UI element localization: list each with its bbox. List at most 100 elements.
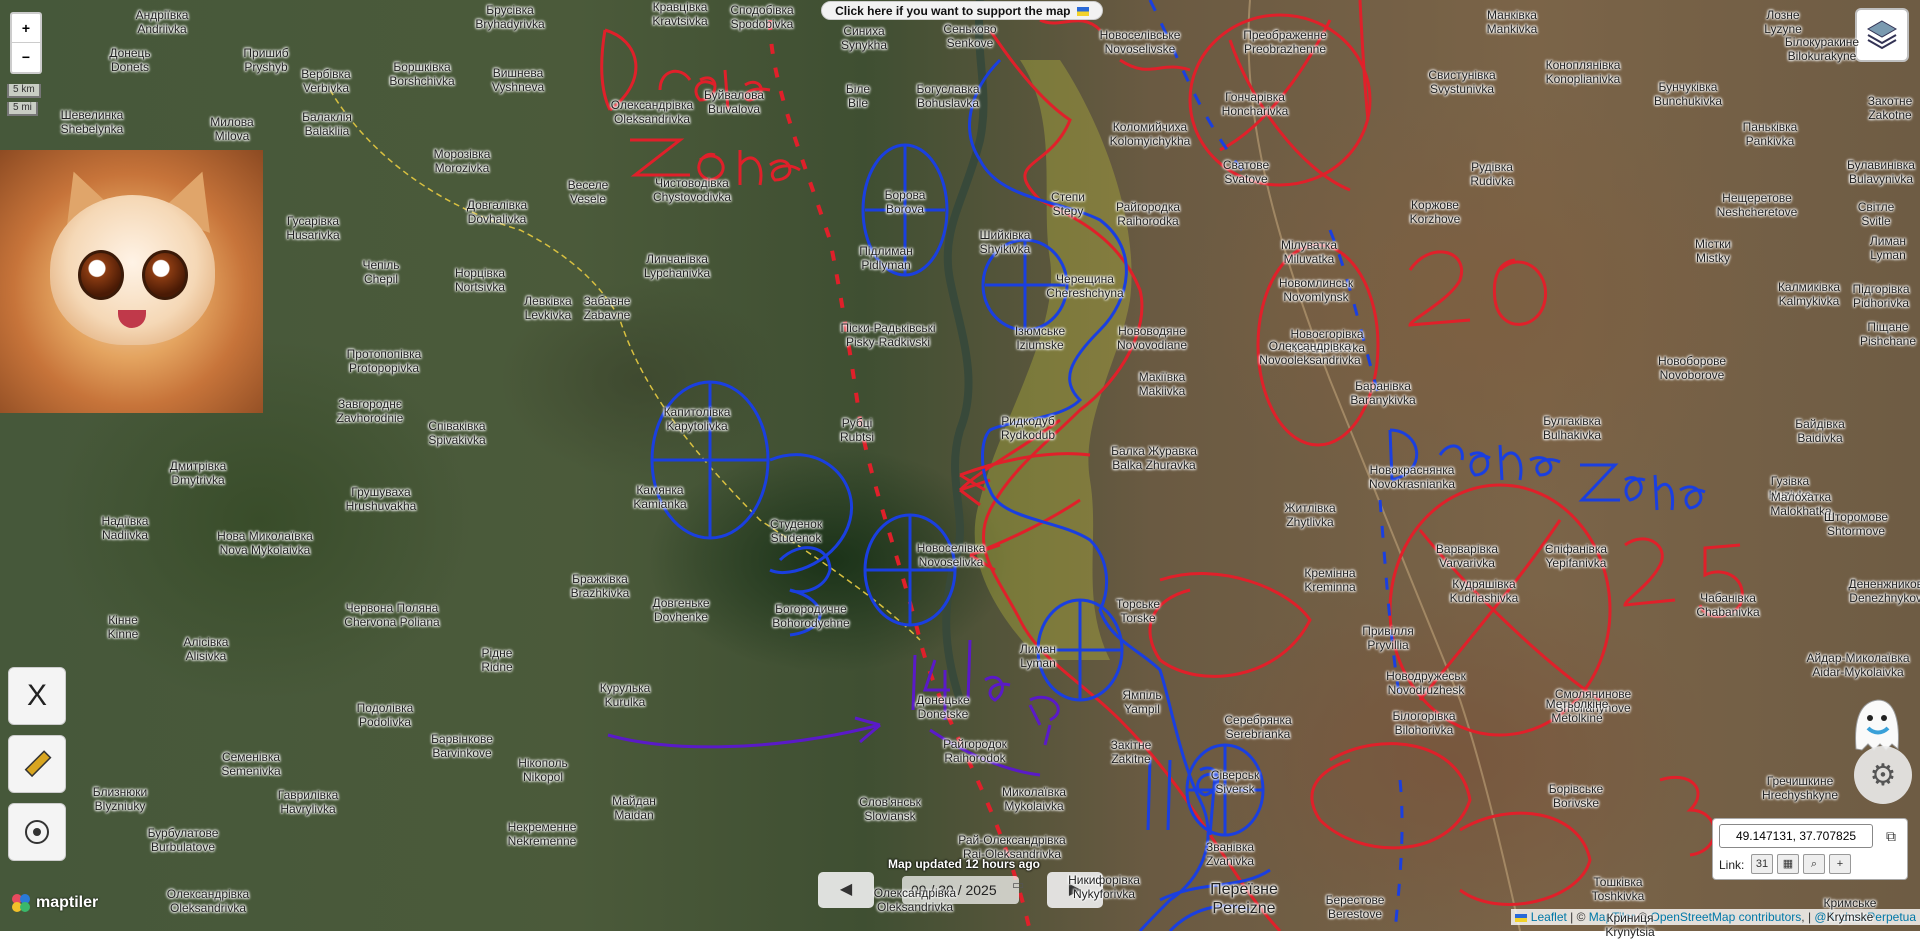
place-label-en: Lyzyne <box>1764 22 1802 36</box>
settings-button[interactable]: ⚙ <box>1854 746 1912 804</box>
place-label-en: Shyikivka <box>980 242 1031 256</box>
place-label-en: Novokrasnianka <box>1369 477 1455 491</box>
place-label: РубціRubtsi <box>840 416 874 444</box>
layers-button[interactable] <box>1855 8 1909 62</box>
place-label-uk: Бурбулатове <box>148 826 219 840</box>
place-label-uk: Балаклія <box>302 110 352 124</box>
place-label-uk: Чепіль <box>362 258 399 272</box>
place-label-uk: Преображенне <box>1243 28 1327 42</box>
maptiler-logo[interactable]: maptiler <box>10 890 98 916</box>
place-label: ОлександрівкаOleksandrivka <box>874 886 956 914</box>
place-label: ДовгенькеDovhenke <box>652 596 709 624</box>
x-button[interactable]: X <box>8 667 66 725</box>
support-banner[interactable]: Click here if you want to support the ma… <box>821 1 1103 20</box>
place-label-en: Hrushuvakha <box>346 499 417 513</box>
place-label-uk: Капитолівка <box>664 405 731 419</box>
place-label-uk: Барвінкове <box>431 732 493 746</box>
place-label: ЗванівкаZvanivka <box>1206 840 1254 868</box>
place-label-en: Studenok <box>770 531 822 545</box>
place-label: ОлександрівкаOleksandrivka <box>167 887 249 915</box>
place-label-en: Zvanivka <box>1206 854 1254 868</box>
place-label: ЧепільChepil <box>362 258 399 286</box>
place-label-uk: Булгаківка <box>1543 414 1601 428</box>
red-20 <box>1410 252 1546 325</box>
place-label-en: Malokhatka <box>1770 504 1831 518</box>
place-label-uk: Калмиківка <box>1778 280 1840 294</box>
place-label-uk: Рай-Олександрівка <box>958 833 1065 847</box>
place-label-en: Vesele <box>568 192 609 206</box>
place-label-en: Novoselivka <box>917 555 986 569</box>
zoom-in-button[interactable]: + <box>12 14 40 43</box>
leaflet-link[interactable]: Leaflet <box>1531 910 1567 924</box>
place-label: МиколаївкаMykolaivka <box>1002 785 1066 813</box>
osm-link[interactable]: OpenStreetMap contributors <box>1651 910 1802 924</box>
place-label-en: Neshcheretove <box>1717 205 1798 219</box>
place-label-uk: Кримське <box>1824 896 1877 910</box>
place-label: НовоселівськеNovoselivske <box>1100 28 1181 56</box>
place-label-en: Krymske <box>1824 910 1877 924</box>
place-label: ДонецьDonets <box>109 46 150 74</box>
place-label-uk: Новоборове <box>1658 354 1726 368</box>
place-label-uk: Сватове <box>1223 158 1269 172</box>
place-label-uk: Свистунівка <box>1428 68 1495 82</box>
place-label: ЗакотнеZakotne <box>1868 94 1913 122</box>
place-label-en: Sloviansk <box>859 809 921 823</box>
place-label-en: Miluvatka <box>1281 252 1337 266</box>
place-label-en: Pidhorivka <box>1853 296 1910 310</box>
place-label-uk: Кінне <box>108 613 139 627</box>
ruler-button[interactable] <box>8 735 66 793</box>
place-label-uk: Чистоводівка <box>653 176 731 190</box>
place-label: БулавинівкаBulavynivka <box>1847 158 1915 186</box>
place-label-uk: Миколаївка <box>1002 785 1066 799</box>
place-label: СпіваківкаSpivakivka <box>428 419 485 447</box>
place-label: СподобівкаSpodobivka <box>730 3 793 31</box>
zoom-control: + − <box>10 12 42 74</box>
place-label-uk: Синиха <box>841 24 887 38</box>
place-label-en: Bile <box>846 96 870 110</box>
place-label-en: Kurulka <box>600 695 651 709</box>
place-label-uk: Сіверськ <box>1211 768 1259 782</box>
place-label-en: Balakliia <box>302 124 352 138</box>
place-label-uk: Липчанівка <box>644 252 710 266</box>
place-label-uk: Гончарівка <box>1222 90 1289 104</box>
place-label-en: Iziumske <box>1015 338 1065 352</box>
place-label-en: Pisky-Radkivski <box>840 335 935 349</box>
place-label-en: Metolkine <box>1546 711 1609 725</box>
place-label-en: Burbulatove <box>148 840 219 854</box>
coordinate-input[interactable]: 49.147131, 37.707825 <box>1719 824 1873 848</box>
place-label: СинихаSynykha <box>841 24 887 52</box>
place-label: ШевелинкаShebelynka <box>61 108 124 136</box>
place-label-uk: Піски-Радьківські <box>840 321 935 335</box>
copy-icon[interactable]: ⧉ <box>1881 826 1901 846</box>
place-label-en: Havrylivka <box>278 802 338 816</box>
crosshair-link-icon[interactable]: + <box>1829 854 1851 874</box>
scale-km: 5 km <box>7 84 41 98</box>
place-label-en: Rai-Oleksandrivka <box>958 847 1065 861</box>
place-label-en: Mankivka <box>1487 22 1538 36</box>
place-label-uk: Вишнева <box>492 66 544 80</box>
place-label-en: Podolivka <box>357 715 414 729</box>
zoom-out-button[interactable]: − <box>12 43 40 72</box>
place-label-uk: Метьолкіне <box>1546 697 1609 711</box>
place-label-uk: Кремінна <box>1304 566 1355 580</box>
cat-mascot-image <box>0 150 263 413</box>
calendar-link-icon[interactable]: 31 <box>1751 854 1773 874</box>
place-label-en: Novooleksandrivka <box>1259 353 1360 367</box>
place-label-en: Shebelynka <box>61 122 124 136</box>
prev-date-button[interactable]: ◀ <box>818 872 874 908</box>
map-link-icon[interactable]: ▦ <box>1777 854 1799 874</box>
place-label: СеменівкаSemenivka <box>221 750 280 778</box>
place-label-uk: Єпіфанівка <box>1545 542 1607 556</box>
place-label: МакіївкаMakiivka <box>1139 370 1186 398</box>
place-label: МісткиMistky <box>1695 237 1731 265</box>
place-label-en: Yepifanivka <box>1545 556 1607 570</box>
place-label: РіднеRidne <box>481 646 512 674</box>
place-label-uk: Довгеньке <box>652 596 709 610</box>
target-button[interactable] <box>8 803 66 861</box>
place-label: ЯмпільYampil <box>1122 688 1161 716</box>
zoom-link-icon[interactable]: ⌕ <box>1803 854 1825 874</box>
place-label: ДонецькеDonetske <box>916 693 969 721</box>
place-label: ГончарівкаHoncharivka <box>1222 90 1289 118</box>
place-label-uk: Новокраснянка <box>1369 463 1455 477</box>
place-label-en: Ridne <box>481 660 512 674</box>
